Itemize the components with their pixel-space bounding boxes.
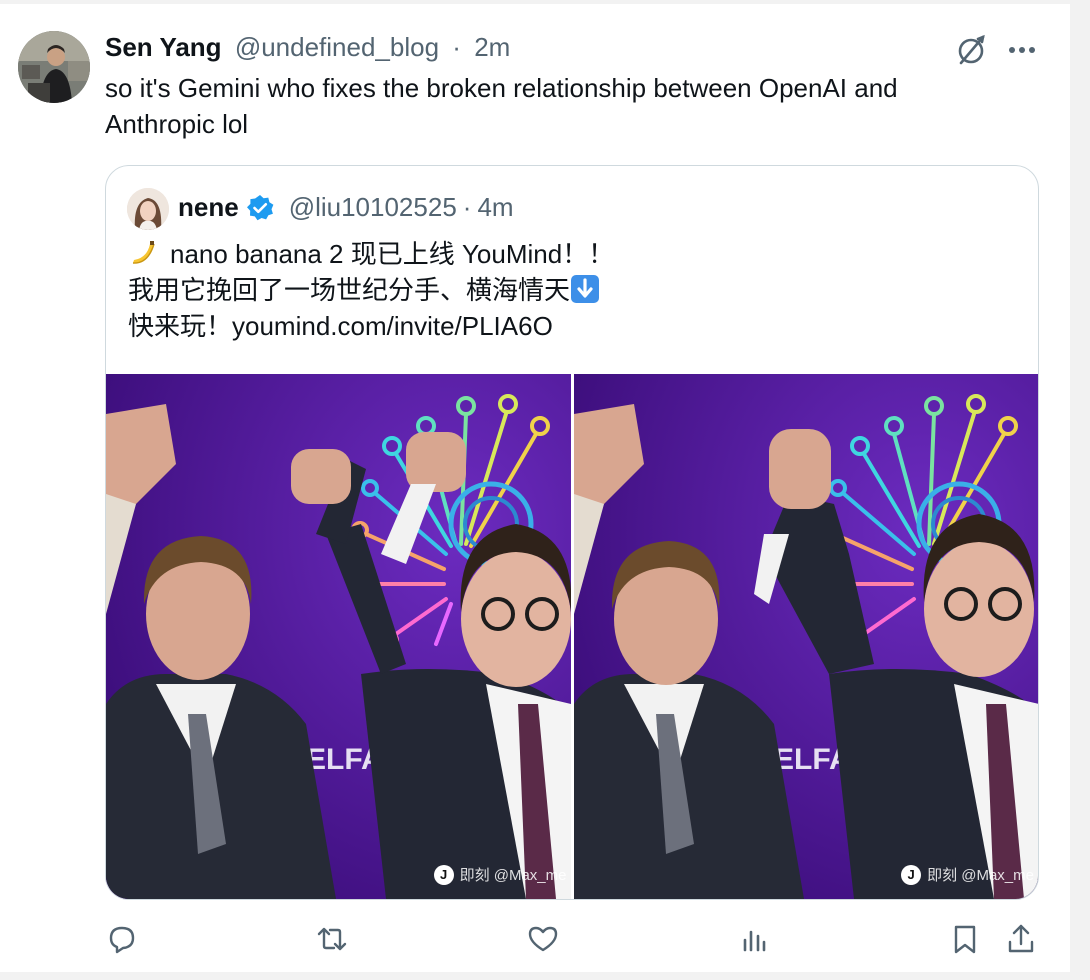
quoted-author-avatar[interactable]	[127, 188, 169, 230]
down-arrow-emoji-icon	[570, 274, 600, 304]
tweet-actions	[0, 922, 1070, 958]
quoted-author-name[interactable]: nene	[178, 192, 239, 223]
share-icon[interactable]	[1004, 922, 1038, 956]
media-2-watermark: J 即刻 @Max_me	[901, 864, 1034, 885]
retweet-icon[interactable]	[315, 922, 349, 956]
quoted-header: nene @liu10102525 · 4m	[178, 192, 514, 223]
quoted-separator: ·	[462, 192, 472, 222]
like-icon[interactable]	[526, 922, 560, 956]
quoted-media: ELFA J 即刻 @Max_me ELFA J 即刻 @Max_me	[106, 374, 1038, 899]
bookmark-icon[interactable]	[948, 922, 982, 956]
views-icon[interactable]	[738, 922, 772, 956]
media-photo-1[interactable]: ELFA J 即刻 @Max_me	[106, 374, 571, 899]
quoted-time[interactable]: 4m	[477, 192, 513, 223]
quoted-author-handle[interactable]: @liu10102525	[289, 192, 457, 223]
media-photo-2[interactable]: ELFA J 即刻 @Max_me	[573, 374, 1038, 899]
quoted-text: nano banana 2 现已上线 YouMind！！ 我用它挽回了一场世纪分…	[128, 236, 1008, 344]
tweet-text: so it's Gemini who fixes the broken rela…	[105, 73, 898, 139]
grok-icon[interactable]	[954, 32, 990, 68]
header-separator: ·	[452, 32, 461, 62]
quoted-line-2-text: 我用它挽回了一场世纪分手、横海情天	[128, 275, 571, 305]
author-handle[interactable]: @undefined_blog	[235, 32, 439, 62]
more-icon[interactable]	[1004, 38, 1040, 62]
tweet-header: Sen Yang @undefined_blog · 2m	[105, 32, 510, 63]
tweet-time[interactable]: 2m	[474, 32, 510, 62]
quoted-line-3[interactable]: 快来玩！youmind.com/invite/PLIA6O	[128, 308, 1008, 344]
author-avatar[interactable]	[18, 31, 90, 103]
media-2-watermark-text: 即刻 @Max_me	[927, 867, 1034, 884]
tweet-card[interactable]: Sen Yang @undefined_blog · 2m so it's Ge…	[0, 4, 1070, 972]
author-name[interactable]: Sen Yang	[105, 32, 222, 62]
quoted-line-2: 我用它挽回了一场世纪分手、横海情天	[128, 272, 1008, 308]
jike-logo-icon: J	[901, 864, 922, 885]
quoted-line-1-text: nano banana 2 现已上线 YouMind！！	[170, 239, 615, 269]
quoted-line-1: nano banana 2 现已上线 YouMind！！	[128, 236, 1008, 272]
banana-emoji-icon	[128, 238, 158, 268]
media-1-watermark-text: 即刻 @Max_me	[459, 867, 567, 884]
media-1-watermark: J 即刻 @Max_me	[433, 864, 567, 885]
reply-icon[interactable]	[105, 922, 139, 956]
jike-logo-icon: J	[433, 864, 454, 885]
quoted-tweet[interactable]: nene @liu10102525 · 4m nano banana 2 现已上…	[105, 165, 1039, 900]
verified-badge-icon	[245, 193, 275, 223]
